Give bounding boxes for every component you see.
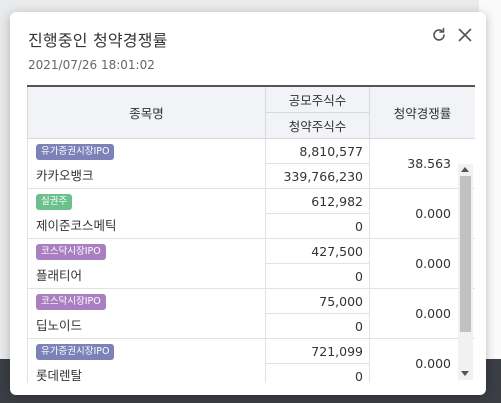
header-name: 종목명 [27, 87, 266, 139]
stock-name[interactable]: 카카오뱅크 [36, 165, 259, 184]
market-badge: 유가증권시장IPO [36, 144, 115, 160]
header-rate: 청약경쟁률 [369, 87, 475, 139]
timestamp: 2021/07/26 18:01:02 [28, 58, 155, 72]
stock-name[interactable]: 제이준코스메틱 [36, 215, 259, 234]
scroll-thumb[interactable] [460, 176, 471, 332]
header-offer-shares: 공모주식수 [265, 87, 370, 113]
subscribed-shares: 0 [265, 263, 370, 289]
market-badge: 유가증권시장IPO [36, 344, 115, 360]
table-row[interactable]: 코스닥시장IPO 딥노이드 75,000 0.000 [27, 288, 475, 339]
subscribed-shares: 0 [265, 363, 370, 383]
subscribed-shares: 339,766,230 [265, 163, 370, 189]
offer-shares: 427,500 [265, 238, 370, 264]
close-icon[interactable] [456, 26, 474, 44]
market-badge: 코스닥시장IPO [36, 294, 106, 310]
stock-cell[interactable]: 유가증권시장IPO 롯데렌탈 [27, 338, 266, 383]
header-subscribed-shares: 청약주식수 [265, 112, 370, 139]
subscribed-shares: 0 [265, 313, 370, 339]
table-row[interactable]: 코스닥시장IPO 플래티어 427,500 0.000 [27, 238, 475, 289]
scroll-up-icon[interactable] [461, 167, 469, 172]
stock-name[interactable]: 플래티어 [36, 265, 259, 284]
offer-shares: 8,810,577 [265, 138, 370, 164]
refresh-icon[interactable] [430, 26, 448, 44]
table-row[interactable]: 유가증권시장IPO 롯데렌탈 721,099 0.000 [27, 338, 475, 383]
stock-name[interactable]: 롯데렌탈 [36, 365, 259, 383]
scroll-down-icon[interactable] [461, 371, 469, 376]
subscribed-shares: 0 [265, 213, 370, 239]
offer-shares: 612,982 [265, 188, 370, 214]
rate-table-container[interactable]: 종목명 공모주식수 청약경쟁률 청약주식수 유가증권시장IPO 카카오뱅크 8,81… [27, 85, 475, 383]
market-badge: 실권주 [36, 194, 73, 210]
popup-title: 진행중인 청약경쟁률 [28, 31, 168, 50]
table-scrollbar[interactable] [458, 164, 473, 380]
stock-name[interactable]: 딥노이드 [36, 315, 259, 334]
market-badge: 코스닥시장IPO [36, 244, 106, 260]
stock-cell[interactable]: 코스닥시장IPO 딥노이드 [27, 288, 266, 339]
stock-cell[interactable]: 유가증권시장IPO 카카오뱅크 [27, 138, 266, 189]
offer-shares: 75,000 [265, 288, 370, 314]
table-row[interactable]: 유가증권시장IPO 카카오뱅크 8,810,577 38.563 [27, 138, 475, 189]
rate-table: 종목명 공모주식수 청약경쟁률 청약주식수 유가증권시장IPO 카카오뱅크 8,81… [27, 87, 475, 383]
offer-shares: 721,099 [265, 338, 370, 364]
stock-cell[interactable]: 실권주제이준코스메틱 [27, 188, 266, 239]
table-row[interactable]: 실권주 제이준코스메틱 612,982 0.000 [27, 188, 475, 239]
stock-cell[interactable]: 코스닥시장IPO 플래티어 [27, 238, 266, 289]
competition-rate-popup: 진행중인 청약경쟁률 2021/07/26 18:01:02 종목명 공모주식수… [10, 12, 486, 395]
